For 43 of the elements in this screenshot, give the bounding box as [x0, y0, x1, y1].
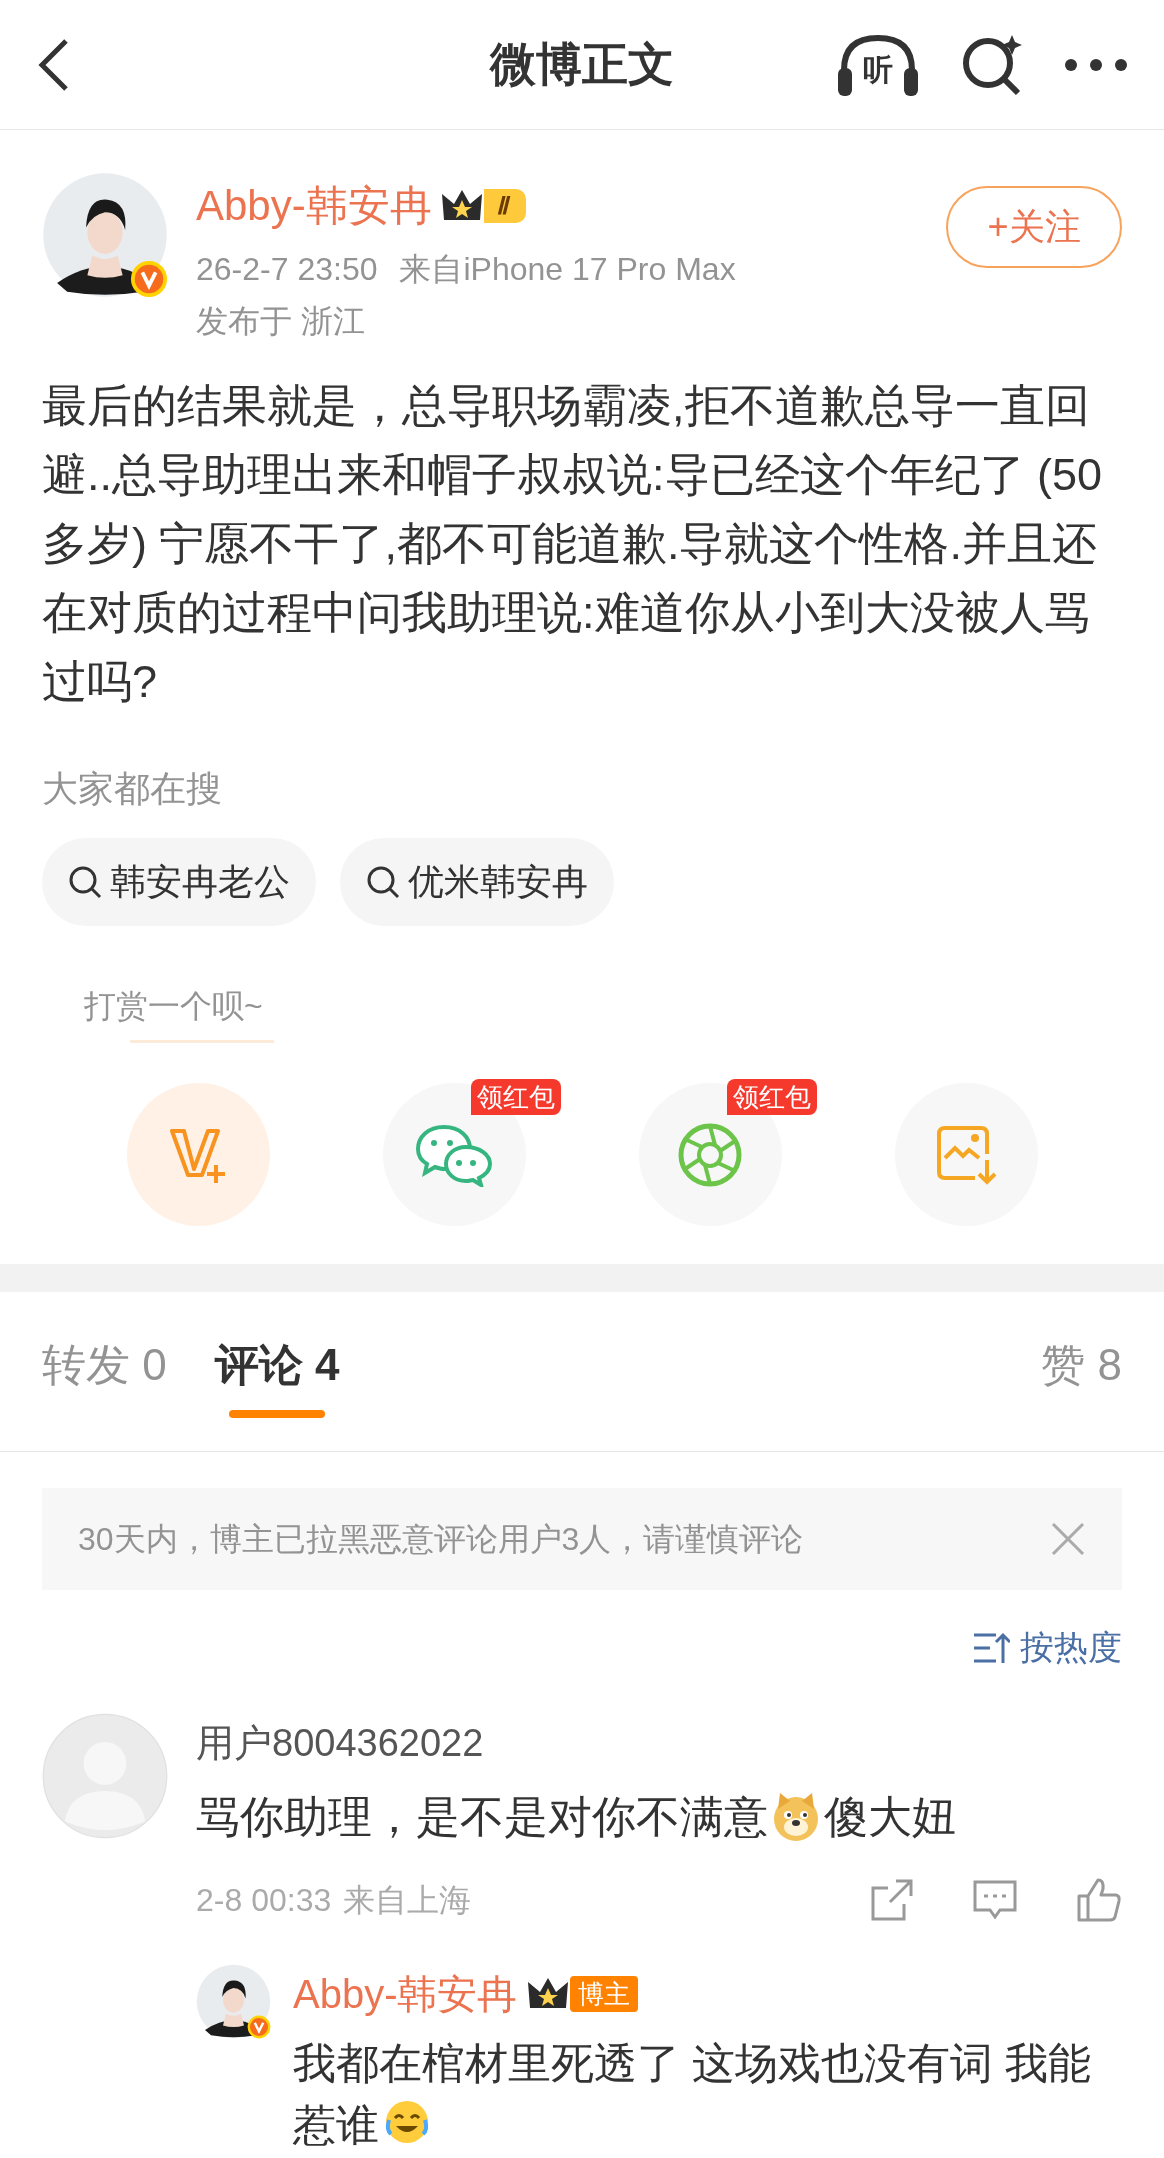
reply-text: 我都在棺材里死透了 这场戏也没有词 我能惹谁: [293, 2038, 1092, 2151]
laughing-face-icon: [383, 2098, 431, 2146]
post-text: 最后的结果就是，总导职场霸凌,拒不道歉总导一直回避..总导助理出来和帽子叔叔说:导已经这个年纪了 (50 多岁) 宁愿不干了,都不可能道歉.导就这个性格.并且还在对质的过程中问我助理说:难道你从小到大没被人骂过吗?: [41, 379, 1104, 709]
notice-text: 30天内，博主已拉黑恶意评论用户3人，请谨慎评论: [78, 1520, 804, 1559]
more-icon[interactable]: [1064, 57, 1128, 72]
comment-icon[interactable]: [972, 1879, 1018, 1921]
search-chip[interactable]: 优米韩安冉: [340, 838, 614, 926]
post-source: 来自iPhone 17 Pro Max: [399, 250, 736, 289]
thumbs-up-icon[interactable]: [1076, 1877, 1122, 1923]
verified-badge-icon: [130, 260, 168, 298]
reply-username[interactable]: Abby-韩安冉: [293, 1964, 518, 2024]
search-icon: [68, 865, 102, 899]
promo-tag: 领红包: [726, 1079, 817, 1115]
chat-bubbles-icon: [416, 1122, 492, 1187]
level-badge: Ⅱ: [439, 185, 526, 226]
sort-icon: [972, 1630, 1010, 1665]
tab[interactable]: 转发 0: [42, 1332, 167, 1398]
promo-tag: 领红包: [470, 1079, 561, 1115]
section-title: 大家都在搜: [41, 767, 223, 811]
comment-time: 2-8 00:33: [196, 1881, 332, 1920]
follow-button[interactable]: +关注: [946, 186, 1122, 268]
post-location: 发布于 浙江: [196, 302, 366, 341]
post-time: 26-2-7 23:50: [196, 250, 378, 289]
avatar-icon[interactable]: [42, 172, 168, 298]
avatar-icon[interactable]: [196, 1964, 271, 2039]
comment-username[interactable]: 用户8004362022: [196, 1715, 1122, 1772]
comment-location: 来自上海: [343, 1881, 472, 1920]
sort-button[interactable]: 按热度: [972, 1622, 1122, 1673]
listen-button[interactable]: 听: [836, 31, 920, 98]
tab[interactable]: 评论 4: [214, 1332, 340, 1398]
verified-badge-icon: [247, 2015, 271, 2039]
author-name[interactable]: Abby-韩安冉: [196, 174, 432, 237]
tab[interactable]: 赞 8: [1041, 1332, 1122, 1398]
image-download-icon: [935, 1123, 997, 1186]
close-icon[interactable]: [1050, 1521, 1086, 1557]
comment-text: 骂你助理，是不是对你不满意 傻大妞: [196, 1790, 957, 1845]
search-icon: [366, 865, 400, 899]
aperture-icon: [677, 1121, 743, 1188]
author-badge: 博主: [569, 1976, 638, 2012]
page-title: 微博正文: [490, 37, 674, 92]
search-chip[interactable]: 韩安冉老公: [42, 838, 316, 926]
reward-tip: 打赏一个呗~: [84, 987, 263, 1026]
share-icon[interactable]: [870, 1878, 914, 1922]
